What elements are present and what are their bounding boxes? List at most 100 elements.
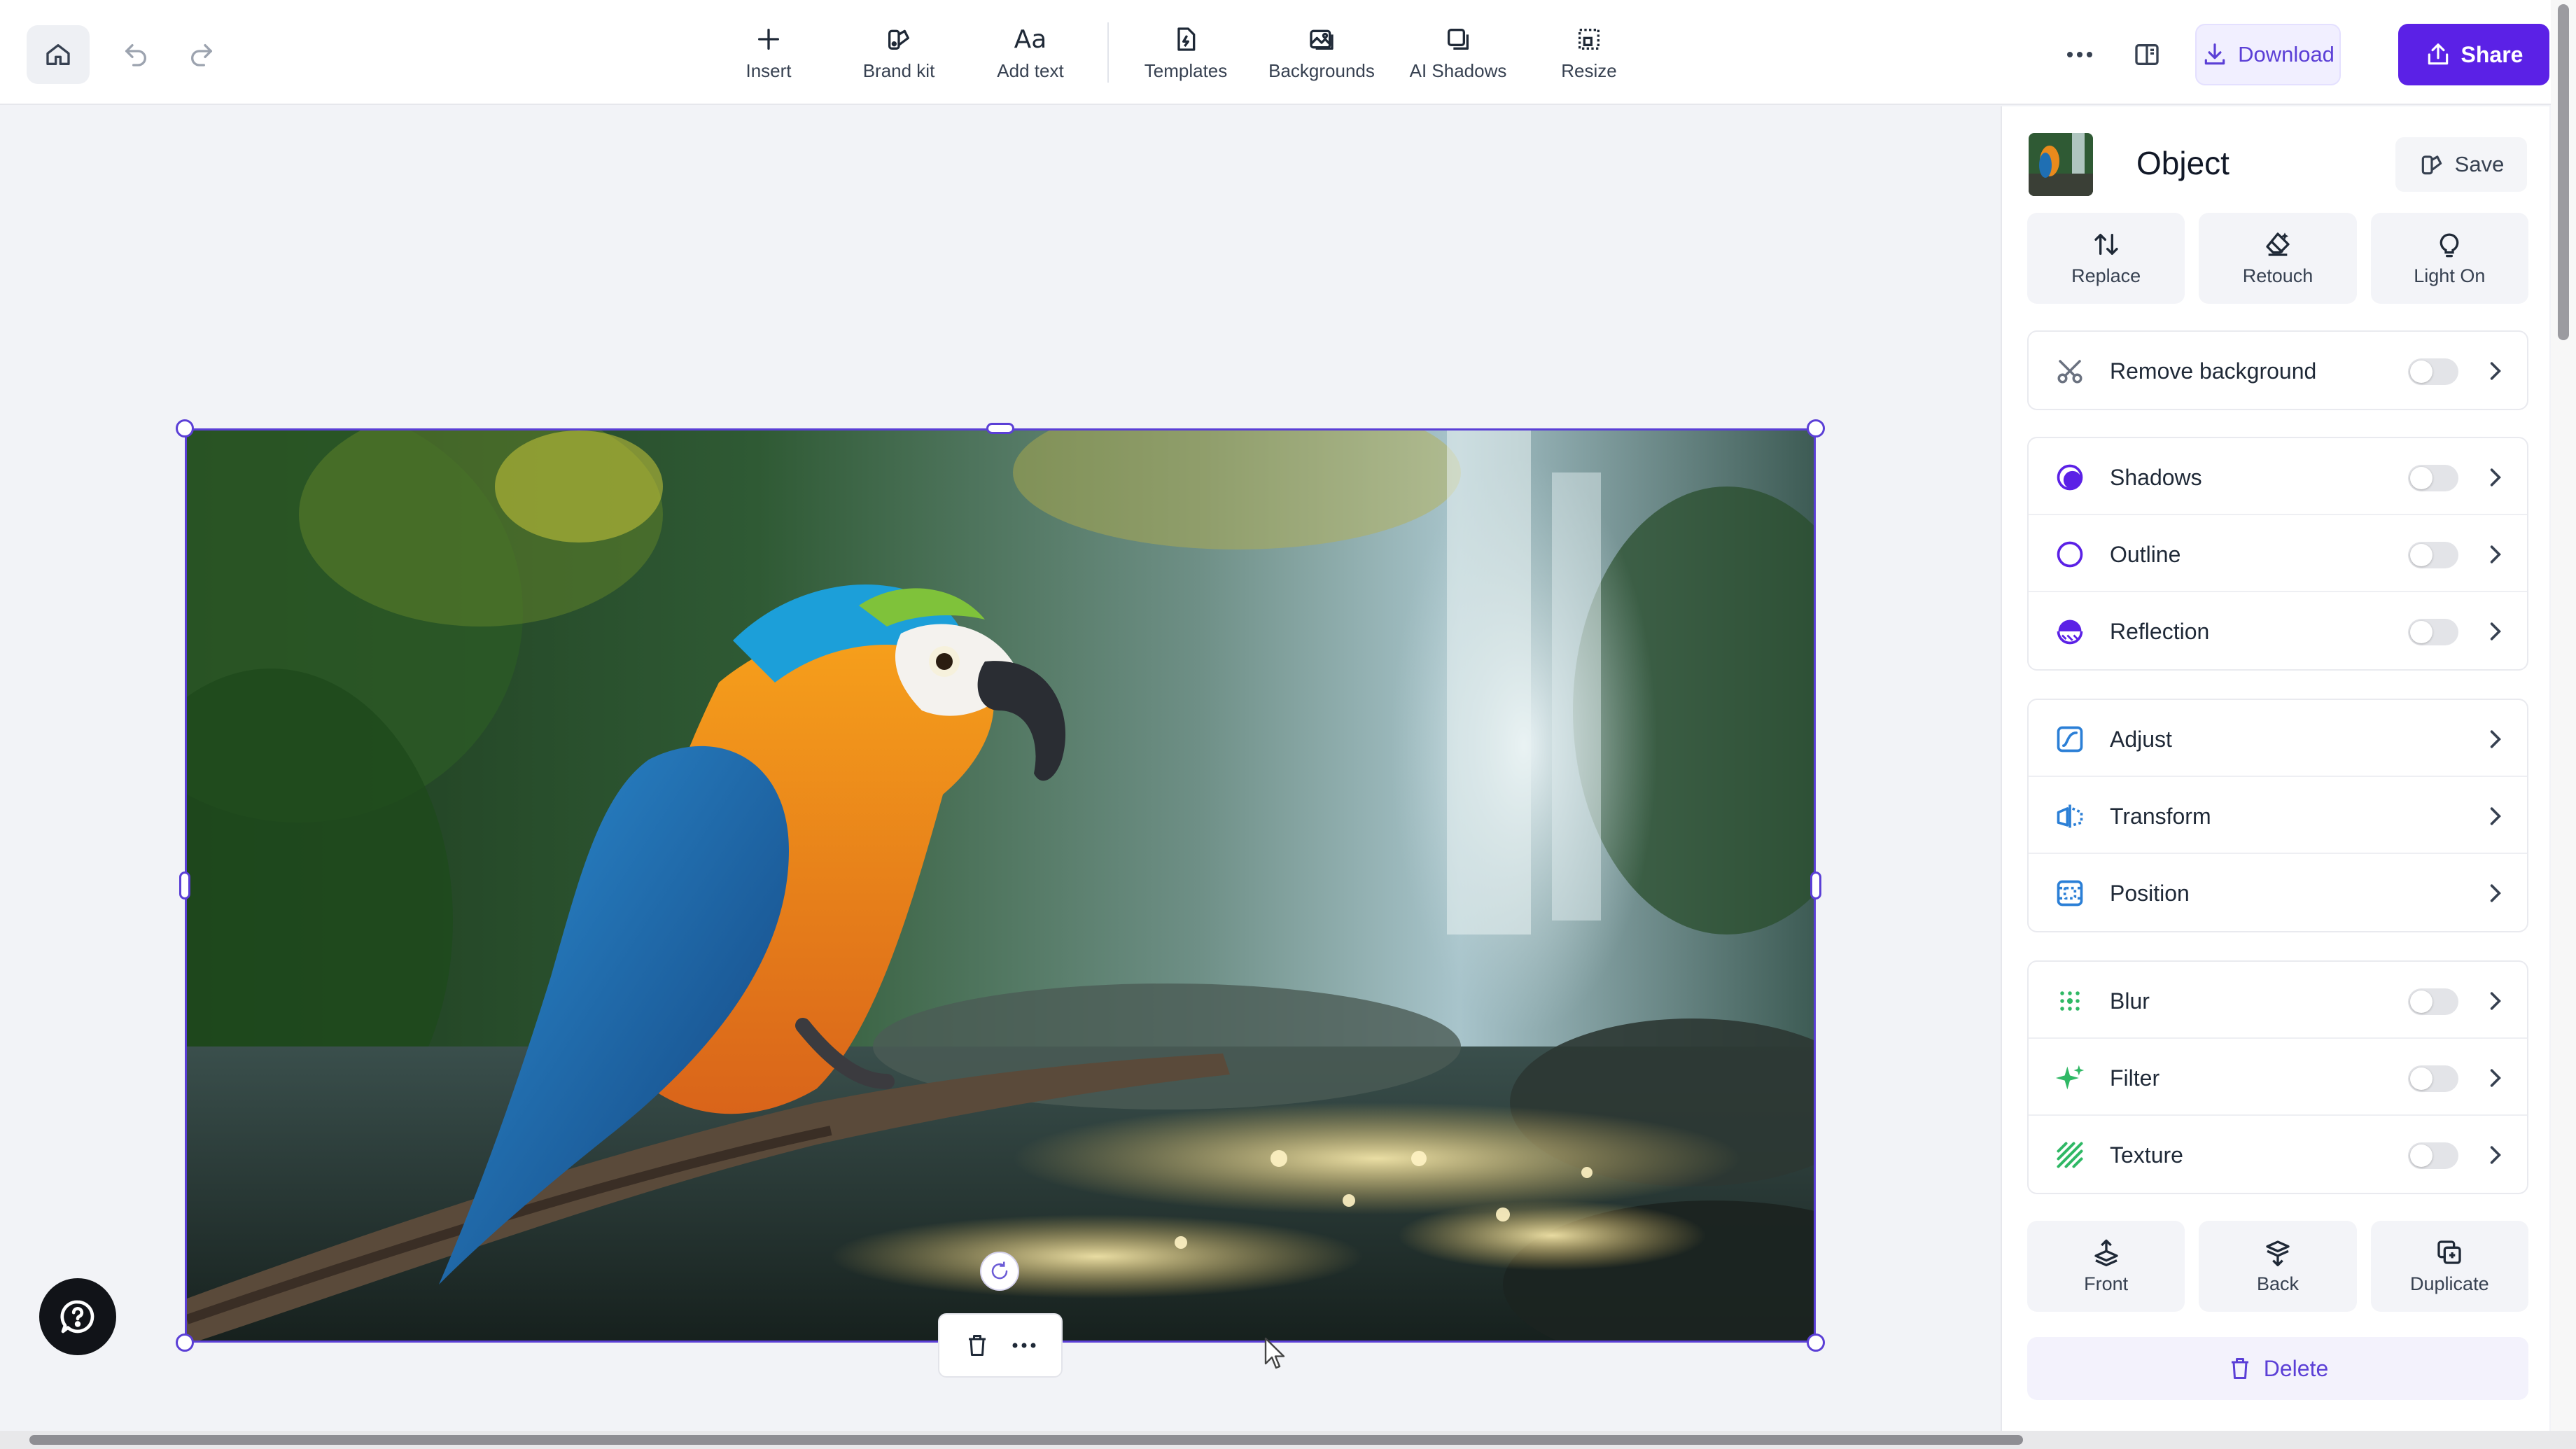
outline-icon — [2057, 541, 2083, 568]
delete-button[interactable]: Delete — [2027, 1337, 2528, 1400]
undo-icon — [125, 44, 146, 66]
home-button[interactable] — [27, 25, 90, 84]
quick-actions-row: Replace Retouch Light On — [2027, 213, 2528, 304]
quick-delete-button[interactable] — [956, 1324, 998, 1366]
save-button[interactable]: Save — [2395, 137, 2527, 192]
help-button[interactable] — [39, 1278, 116, 1355]
sparkle-icon — [2055, 1065, 2085, 1090]
duplicate-button[interactable]: Duplicate — [2370, 1221, 2528, 1312]
rotate-icon — [991, 1261, 1008, 1280]
chevron-right-icon — [2490, 992, 2501, 1010]
send-back-button[interactable]: Back — [2199, 1221, 2357, 1312]
chevron-right-icon — [2490, 807, 2501, 825]
transform-row[interactable]: Transform — [2029, 777, 2527, 854]
plus-icon — [758, 29, 779, 50]
undo-button[interactable] — [115, 34, 157, 76]
remove-background-toggle[interactable] — [2408, 358, 2458, 385]
remove-background-label: Remove background — [2110, 358, 2317, 384]
resize-handle-bottom-right[interactable] — [1807, 1334, 1825, 1352]
canvas-area[interactable] — [0, 106, 1999, 1431]
horizontal-scrollbar[interactable] — [0, 1431, 2576, 1449]
tool-label: Insert — [746, 60, 792, 81]
home-icon — [46, 44, 70, 66]
vertical-scroll-thumb[interactable] — [2558, 4, 2569, 340]
reflection-toggle[interactable] — [2408, 619, 2458, 645]
chevron-right-icon — [2490, 545, 2501, 564]
remove-background-row[interactable]: Remove background — [2029, 332, 2527, 409]
resize-tool-button[interactable]: Resize — [1519, 21, 1659, 88]
texture-row[interactable]: Texture — [2029, 1116, 2527, 1193]
resize-handle-top[interactable] — [986, 423, 1014, 434]
mouse-cursor — [1264, 1337, 1288, 1372]
transform-icon — [2057, 804, 2083, 828]
templates-tool-button[interactable]: Templates — [1116, 21, 1256, 88]
position-row[interactable]: Position — [2029, 854, 2527, 931]
texture-toggle[interactable] — [2408, 1142, 2458, 1169]
adjust-icon — [2057, 726, 2083, 752]
rotate-handle[interactable] — [980, 1252, 1019, 1291]
toggle-knob — [2410, 621, 2432, 643]
toolbar-divider — [1107, 22, 1109, 83]
reflection-row[interactable]: Reflection — [2029, 592, 2527, 669]
panel-title: Object — [2136, 145, 2230, 181]
quick-more-button[interactable] — [1003, 1324, 1045, 1366]
blur-row[interactable]: Blur — [2029, 962, 2527, 1039]
resize-handle-top-left[interactable] — [176, 419, 194, 438]
more-options-button[interactable] — [2058, 34, 2101, 76]
position-icon — [2057, 880, 2083, 906]
backgrounds-tool-button[interactable]: Backgrounds — [1252, 21, 1392, 88]
filter-toggle[interactable] — [2408, 1065, 2458, 1092]
chevron-right-icon — [2490, 1146, 2501, 1164]
insert-tool-button[interactable]: Insert — [699, 21, 839, 88]
tool-label: Backgrounds — [1268, 60, 1375, 81]
horizontal-scroll-thumb[interactable] — [29, 1435, 2023, 1445]
retouch-button[interactable]: Retouch — [2199, 213, 2357, 304]
filter-row[interactable]: Filter — [2029, 1039, 2527, 1116]
outline-toggle[interactable] — [2408, 542, 2458, 568]
front-label: Front — [2084, 1273, 2129, 1294]
edits-group: Adjust Transform Position — [2027, 699, 2528, 932]
brand-kit-tool-button[interactable]: Brand kit — [829, 21, 969, 88]
reflection-icon — [2057, 620, 2083, 645]
outline-row[interactable]: Outline — [2029, 515, 2527, 592]
chevron-right-icon — [2490, 362, 2501, 380]
toggle-panel-button[interactable] — [2125, 34, 2169, 76]
resize-handle-left[interactable] — [179, 872, 190, 899]
share-icon — [2428, 43, 2448, 65]
blur-label: Blur — [2110, 988, 2150, 1014]
texture-icon — [2057, 1142, 2083, 1168]
shadows-toggle[interactable] — [2408, 465, 2458, 491]
pointer-icon — [1264, 1337, 1285, 1369]
redo-button[interactable] — [181, 34, 223, 76]
toggle-knob — [2410, 1144, 2432, 1167]
toggle-knob — [2410, 1068, 2432, 1090]
effects-group: Shadows Outline Reflection — [2027, 437, 2528, 671]
toggle-knob — [2410, 360, 2432, 383]
send-back-icon — [2266, 1240, 2290, 1266]
resize-handle-right[interactable] — [1810, 872, 1821, 899]
share-button[interactable]: Share — [2398, 24, 2549, 85]
more-dots-icon — [2067, 52, 2092, 57]
transform-label: Transform — [2110, 804, 2211, 829]
replace-button[interactable]: Replace — [2027, 213, 2185, 304]
vertical-scrollbar[interactable] — [2551, 0, 2576, 1431]
download-button[interactable]: Download — [2195, 24, 2341, 85]
filters-group: Blur Filter Texture — [2027, 960, 2528, 1194]
adjust-row[interactable]: Adjust — [2029, 700, 2527, 777]
light-on-button[interactable]: Light On — [2370, 213, 2528, 304]
adjust-label: Adjust — [2110, 727, 2172, 752]
add-text-tool-button[interactable]: Aa Add text — [960, 21, 1100, 88]
help-chat-icon — [60, 1300, 94, 1334]
chevron-right-icon — [2490, 1069, 2501, 1087]
shadows-row[interactable]: Shadows — [2029, 438, 2527, 515]
object-header: Object Save — [2029, 133, 2527, 196]
side-panel-icon — [2135, 44, 2159, 65]
bring-front-button[interactable]: Front — [2027, 1221, 2185, 1312]
blur-toggle[interactable] — [2408, 988, 2458, 1015]
resize-handle-top-right[interactable] — [1807, 419, 1825, 438]
blur-icon — [2060, 991, 2080, 1011]
parrot-image[interactable] — [185, 428, 1816, 1343]
ai-shadows-tool-button[interactable]: AI Shadows — [1388, 21, 1528, 88]
delete-label: Delete — [2263, 1355, 2329, 1381]
resize-handle-bottom-left[interactable] — [176, 1334, 194, 1352]
